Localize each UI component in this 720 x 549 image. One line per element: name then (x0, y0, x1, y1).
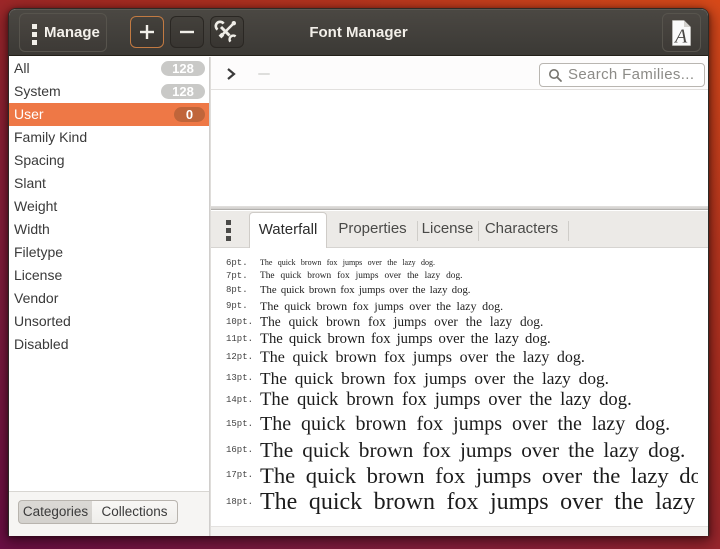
svg-text:A: A (673, 26, 688, 48)
